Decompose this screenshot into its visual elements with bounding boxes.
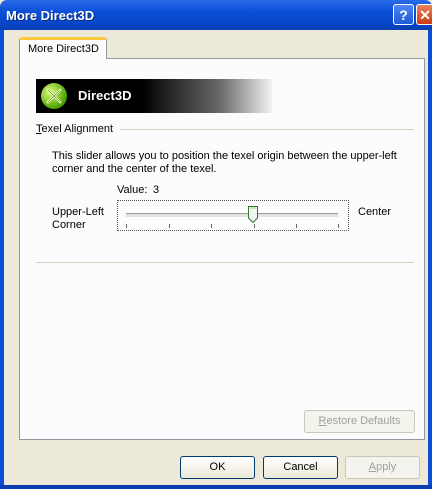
restore-defaults-button[interactable]: Restore Defaults [304,410,415,433]
texel-alignment-group-title: Texel Alignment [36,123,113,135]
group-divider [120,129,414,130]
upper-left-corner-label: Upper-Left Corner [52,206,104,231]
group-title-text: exel Alignment [41,123,114,135]
tab-label: More Direct3D [28,43,99,55]
texel-slider[interactable] [117,200,349,231]
close-button[interactable]: ✕ [416,4,432,25]
window-frame-right [428,30,432,485]
center-label: Center [358,206,392,218]
apply-label: pply [376,461,397,473]
window-frame-bottom [0,485,432,489]
apply-button[interactable]: Apply [345,456,420,479]
question-icon: ? [399,7,408,23]
window-title: More Direct3D [6,8,95,23]
restore-label: estore Defaults [326,415,401,427]
help-button[interactable]: ? [393,4,414,25]
tab-more-direct3d[interactable]: More Direct3D [19,37,107,59]
window-frame-left [0,30,4,485]
title-bar[interactable]: More Direct3D ? ✕ [0,0,432,30]
slider-tick [126,224,127,228]
slider-tick [254,224,255,228]
apply-mnemonic: A [368,461,377,473]
section-divider [36,262,414,263]
slider-tick [338,224,339,228]
tab-panel [19,58,425,440]
value-label: Value: [117,184,148,196]
slider-track [126,213,338,218]
dialog-window: More Direct3D ? ✕ More Direct3D Direct3D… [0,0,432,489]
direct3d-banner: Direct3D [36,79,272,113]
banner-text: Direct3D [78,88,132,103]
x-logo-icon [46,88,62,104]
cancel-button[interactable]: Cancel [263,456,338,479]
ok-button[interactable]: OK [180,456,255,479]
slider-tick [211,224,212,228]
slider-tick [169,224,170,228]
slider-thumb[interactable] [248,206,259,223]
close-icon: ✕ [419,7,431,23]
texel-description: This slider allows you to position the t… [52,150,397,175]
slider-tick [296,224,297,228]
value-readout: 3 [153,184,160,196]
direct3d-logo-icon [41,83,67,109]
